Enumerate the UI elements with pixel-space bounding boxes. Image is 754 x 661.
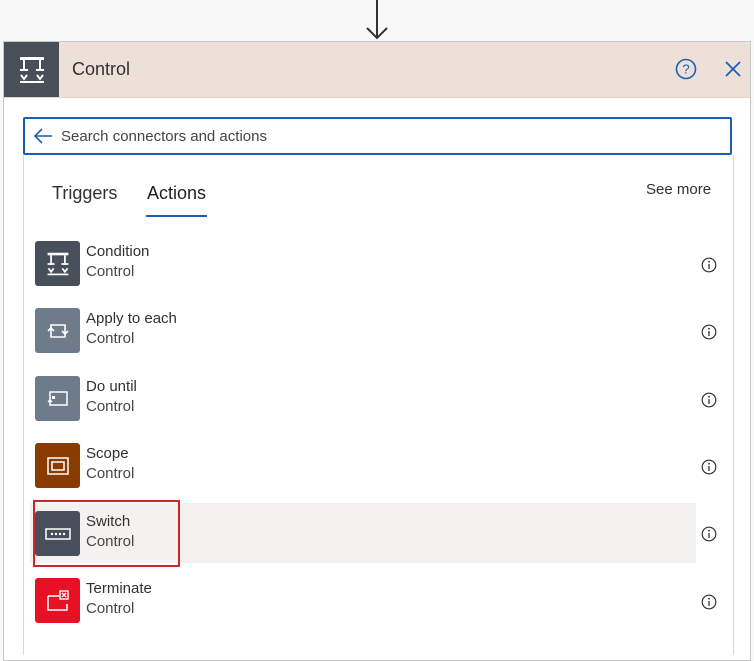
see-more-link[interactable]: See more	[646, 181, 711, 198]
action-item-condition[interactable]: Condition Control	[30, 233, 692, 293]
search-box[interactable]	[23, 117, 732, 155]
do-until-icon	[35, 376, 80, 421]
info-icon[interactable]	[701, 257, 717, 273]
terminate-icon	[35, 578, 80, 623]
search-input[interactable]	[61, 119, 721, 153]
action-title: Terminate	[86, 580, 152, 597]
info-icon[interactable]	[701, 594, 717, 610]
info-icon[interactable]	[701, 526, 717, 542]
card-header: Control ?	[4, 42, 750, 98]
action-subtitle: Control	[86, 465, 135, 482]
action-title: Condition	[86, 243, 150, 260]
svg-text:?: ?	[682, 62, 689, 77]
action-item-apply-to-each[interactable]: Apply to each Control	[30, 300, 692, 360]
scope-icon	[35, 443, 80, 488]
help-icon[interactable]: ?	[675, 58, 697, 80]
action-item-scope[interactable]: Scope Control	[30, 435, 692, 495]
action-subtitle: Control	[86, 600, 135, 617]
back-arrow-icon[interactable]	[33, 126, 53, 146]
action-item-switch[interactable]: Switch Control	[30, 503, 696, 563]
info-icon[interactable]	[701, 392, 717, 408]
action-title: Apply to each	[86, 310, 177, 327]
card-title: Control	[72, 59, 131, 79]
action-title: Scope	[86, 445, 129, 462]
info-icon[interactable]	[701, 459, 717, 475]
action-item-terminate[interactable]: Terminate Control	[30, 570, 692, 630]
action-title: Do until	[86, 378, 137, 395]
tab-triggers[interactable]: Triggers	[52, 183, 117, 204]
tab-selected-underline	[146, 215, 207, 217]
control-icon	[4, 42, 59, 97]
close-icon[interactable]	[721, 57, 745, 81]
switch-icon	[35, 511, 80, 556]
action-title: Switch	[86, 513, 131, 530]
action-subtitle: Control	[86, 263, 135, 280]
connector-arrow-icon	[366, 0, 388, 40]
action-item-do-until[interactable]: Do until Control	[30, 368, 692, 428]
condition-icon	[35, 241, 80, 286]
loop-icon	[35, 308, 80, 353]
info-icon[interactable]	[701, 324, 717, 340]
action-subtitle: Control	[86, 398, 135, 415]
action-subtitle: Control	[86, 533, 135, 550]
action-subtitle: Control	[86, 330, 135, 347]
tab-actions[interactable]: Actions	[147, 183, 206, 204]
